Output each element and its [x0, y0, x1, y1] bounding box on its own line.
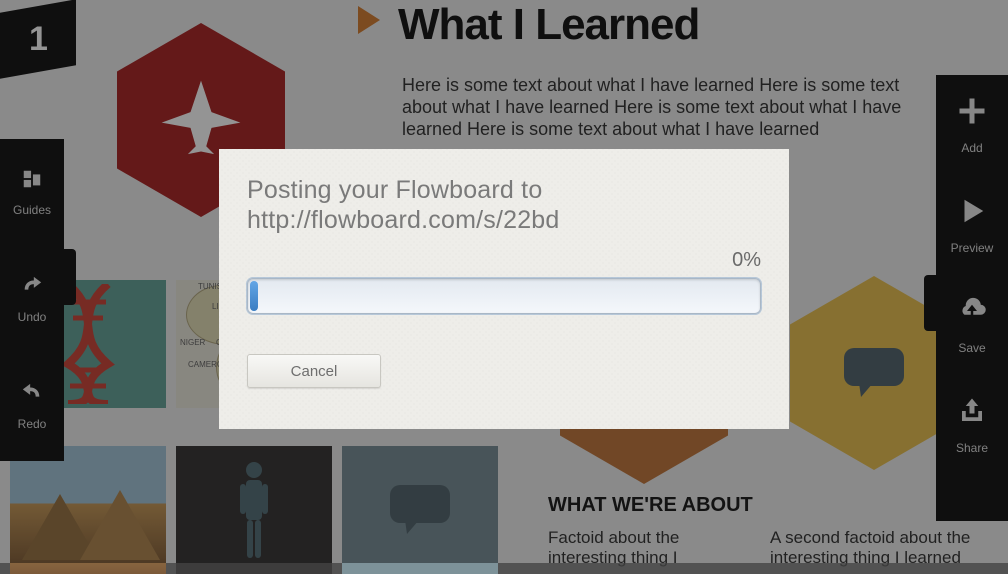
modal-title-line-2: http://flowboard.com/s/22bd: [247, 206, 560, 234]
progress-percent: 0%: [247, 249, 761, 272]
modal-title-line-1: Posting your Flowboard to: [247, 176, 542, 204]
modal-title: Posting your Flowboard to http://flowboa…: [247, 175, 761, 235]
progress-bar: [247, 278, 761, 314]
upload-modal: Posting your Flowboard to http://flowboa…: [219, 149, 789, 429]
upload-progress: 0%: [247, 249, 761, 314]
progress-fill: [250, 281, 258, 311]
cancel-button[interactable]: Cancel: [247, 354, 381, 388]
